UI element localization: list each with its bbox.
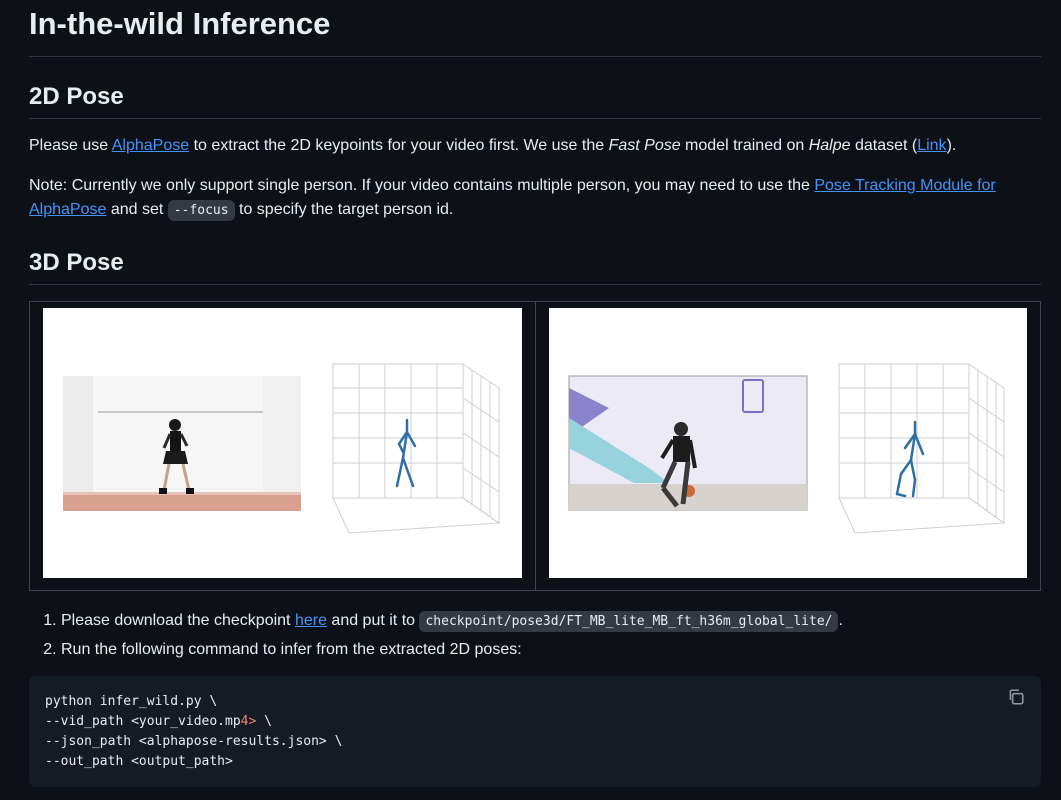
text: Please download the checkpoint <box>61 612 295 629</box>
demo-image-dance <box>43 308 522 578</box>
paragraph-2d-intro: Please use AlphaPose to extract the 2D k… <box>29 134 1021 158</box>
heading-3d-pose: 3D Pose <box>29 249 124 276</box>
code-token: \ <box>326 734 343 749</box>
code-token: --out_path <box>45 754 132 769</box>
text: . <box>838 612 843 629</box>
code-token: <your_video.mp <box>131 714 241 729</box>
code-content[interactable]: python infer_wild.py \ --vid_path <your_… <box>45 692 342 772</box>
divider <box>29 56 1041 57</box>
alphapose-link[interactable]: AlphaPose <box>112 137 189 154</box>
list-item: Run the following command to infer from … <box>61 636 843 664</box>
paragraph-note: Note: Currently we only support single p… <box>29 174 1006 223</box>
table-divider <box>535 302 536 590</box>
list-item: Please download the checkpoint here and … <box>61 607 843 636</box>
text: and put it to <box>326 612 420 629</box>
text: ). <box>946 137 957 154</box>
text: dataset ( <box>850 137 918 154</box>
code-token: 4 <box>240 714 249 729</box>
text: to specify the target person id. <box>234 201 454 218</box>
code-token: --json_path <box>45 734 139 749</box>
divider <box>29 118 1041 119</box>
demo-gif-table <box>29 301 1041 591</box>
heading-2d-pose: 2D Pose <box>29 83 124 110</box>
text: Please use <box>29 137 112 154</box>
text: to extract the 2D keypoints for your vid… <box>189 137 609 154</box>
code-token: \ <box>256 714 272 729</box>
fast-pose-text: Fast Pose <box>608 137 681 154</box>
checkpoint-path-code: checkpoint/pose3d/FT_MB_lite_MB_ft_h36m_… <box>419 611 839 632</box>
text: and set <box>106 201 168 218</box>
code-block: python infer_wild.py \ --vid_path <your_… <box>29 676 1041 787</box>
text: model trained on <box>680 137 809 154</box>
code-token: --vid_path <box>45 714 132 729</box>
instruction-list: Please download the checkpoint here and … <box>29 607 843 664</box>
focus-code: --focus <box>167 200 235 221</box>
copy-icon[interactable] <box>1007 688 1027 708</box>
halpe-text: Halpe <box>808 137 851 154</box>
page-title: In-the-wild Inference <box>29 6 331 41</box>
code-line: python infer_wild.py \ <box>45 694 218 709</box>
dataset-link[interactable]: Link <box>917 137 946 154</box>
text: Note: Currently we only support single p… <box>29 177 815 194</box>
divider <box>29 284 1041 285</box>
checkpoint-link[interactable]: here <box>295 612 327 629</box>
code-token: <output_path> <box>131 754 233 769</box>
code-token: <alphapose-results.json> <box>138 734 327 749</box>
demo-image-basketball <box>549 308 1027 578</box>
